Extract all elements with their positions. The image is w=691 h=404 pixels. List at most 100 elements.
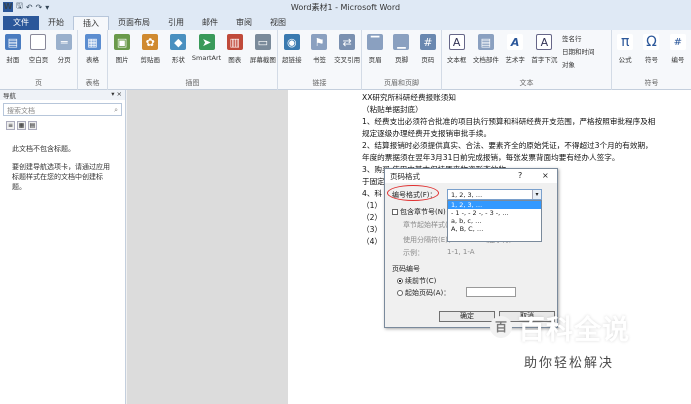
page-number-icon: #: [419, 34, 436, 50]
group-header-footer: ▔ 页眉 ▁ 页脚 # 页码 页眉和页脚: [362, 30, 442, 90]
example-value: 1-1, 1-A: [447, 248, 475, 256]
picture-button[interactable]: ▣ 图片: [110, 32, 134, 64]
picture-icon: ▣: [114, 34, 131, 50]
chevron-down-icon[interactable]: ▾: [532, 190, 541, 199]
ribbon: ▤ 封面 空白页 ═ 分页 页 ▦ 表格 表格 ▣ 图片 ✿ 剪贴画 ◆ 形状 ➤ Smart…: [0, 30, 691, 90]
cross-reference-icon: ⇄: [339, 34, 356, 50]
search-icon[interactable]: ⌕: [114, 106, 118, 114]
group-links: ◉ 超链接 ⚑ 书签 ⇄ 交叉引用 链接: [278, 30, 362, 90]
search-placeholder: 搜索文档: [7, 107, 35, 115]
tab-view[interactable]: 视图: [261, 16, 295, 30]
page-numbering-label: 页码编号: [392, 265, 420, 273]
text-box-button[interactable]: A 文本框: [445, 32, 469, 64]
navigation-pane: 导航 ▾ × 搜索文档 ⌕ ≡ ▦ ▤ 此文档不包含标题。 要创建导航选项卡，请…: [0, 90, 126, 404]
title-bar: W 🖫 ↶ ↷ ▾ Word素材1 - Microsoft Word: [0, 0, 691, 14]
doc-line: 规定逐级办理经费开支报销审批手续。: [362, 129, 492, 138]
tab-home[interactable]: 开始: [39, 16, 73, 30]
cover-page-icon: ▤: [4, 34, 21, 50]
quick-parts-button[interactable]: ▤ 文档部件: [473, 32, 499, 64]
tab-insert[interactable]: 插入: [73, 16, 109, 30]
tab-mailings[interactable]: 邮件: [193, 16, 227, 30]
undo-icon[interactable]: ↶: [26, 3, 33, 12]
footer-button[interactable]: ▁ 页脚: [389, 32, 413, 64]
number-format-select[interactable]: 1, 2, 3, … ▾: [447, 189, 542, 200]
watermark: 百 百科全说 助你轻松解决: [490, 308, 665, 378]
group-tables: ▦ 表格 表格: [78, 30, 108, 90]
dropdown-option[interactable]: a, b, c, …: [448, 217, 541, 225]
doc-line: 2、结算报销时必须提供真实、合法、要素齐全的原始凭证，不得超过3个月的有效期，: [362, 141, 653, 150]
equation-button[interactable]: π 公式: [613, 32, 637, 64]
blank-page-icon: [30, 34, 47, 50]
close-icon[interactable]: ▾ ×: [111, 90, 122, 100]
pi-icon: π: [617, 34, 634, 50]
results-view-icon[interactable]: ▤: [28, 121, 37, 130]
wordart-button[interactable]: A 艺术字: [503, 32, 527, 64]
ok-button[interactable]: 确定: [439, 311, 495, 322]
shapes-button[interactable]: ◆ 形状: [166, 32, 190, 64]
drop-cap-button[interactable]: A 首字下沉: [531, 32, 557, 64]
signature-line-button[interactable]: 签名行: [562, 33, 595, 43]
page-number-button[interactable]: # 页码: [416, 32, 440, 64]
save-icon[interactable]: 🖫: [16, 0, 23, 14]
text-box-icon: A: [448, 34, 465, 50]
omega-icon: Ω: [643, 34, 660, 50]
tab-review[interactable]: 审阅: [227, 16, 261, 30]
symbol-button[interactable]: Ω 符号: [639, 32, 663, 64]
clip-art-button[interactable]: ✿ 剪贴画: [138, 32, 162, 64]
pages-view-icon[interactable]: ▦: [17, 121, 26, 130]
navigation-search-input[interactable]: 搜索文档 ⌕: [3, 103, 122, 116]
screenshot-button[interactable]: ▭ 屏幕截图: [250, 32, 276, 64]
watermark-logo-icon: 百: [490, 316, 512, 338]
header-icon: ▔: [367, 34, 384, 50]
close-icon[interactable]: ×: [542, 171, 549, 180]
footer-icon: ▁: [393, 34, 410, 50]
help-icon[interactable]: ?: [518, 171, 522, 180]
cover-page-button[interactable]: ▤ 封面: [1, 32, 25, 64]
ribbon-tabs: 文件 开始 插入 页面布局 引用 邮件 审阅 视图: [0, 14, 691, 30]
group-text: A 文本框 ▤ 文档部件 A 艺术字 A 首字下沉 签名行 日期和时间 对象 文本: [442, 30, 612, 90]
tab-page-layout[interactable]: 页面布局: [109, 16, 159, 30]
number-format-value: 1, 2, 3, …: [451, 191, 483, 199]
cross-reference-button[interactable]: ⇄ 交叉引用: [334, 32, 360, 64]
tab-file[interactable]: 文件: [3, 16, 39, 30]
dropdown-option-selected[interactable]: 1, 2, 3, …: [448, 201, 541, 209]
smartart-button[interactable]: ➤ SmartArt: [192, 32, 221, 64]
start-at-spinner[interactable]: [466, 287, 516, 297]
blank-page-button[interactable]: 空白页: [26, 32, 50, 64]
redo-icon[interactable]: ↷: [36, 3, 43, 12]
word-logo-icon: W: [3, 2, 13, 12]
customize-qat-icon[interactable]: ▾: [45, 3, 49, 12]
include-chapter-checkbox[interactable]: 包含章节号(N): [392, 207, 446, 217]
drop-cap-icon: A: [536, 34, 553, 50]
group-pages: ▤ 封面 空白页 ═ 分页 页: [0, 30, 78, 90]
screenshot-icon: ▭: [254, 34, 271, 50]
bookmark-button[interactable]: ⚑ 书签: [307, 32, 331, 64]
hyperlink-button[interactable]: ◉ 超链接: [280, 32, 304, 64]
group-illustrations: ▣ 图片 ✿ 剪贴画 ◆ 形状 ➤ SmartArt ▥ 图表 ▭ 屏幕截图 插图: [108, 30, 278, 90]
headings-view-icon[interactable]: ≡: [6, 121, 15, 130]
chart-icon: ▥: [226, 34, 243, 50]
numbering-icon: #: [669, 34, 686, 50]
dropdown-option[interactable]: - 1 -, - 2 -, - 3 -, …: [448, 209, 541, 217]
watermark-subtitle: 助你轻松解决: [524, 356, 615, 371]
doc-line: XX研究所科研经费报账须知: [362, 93, 456, 102]
start-at-radio[interactable]: 起始页码(A)：: [397, 288, 450, 298]
dialog-title: 页码格式: [385, 169, 557, 183]
page-break-button[interactable]: ═ 分页: [52, 32, 76, 64]
numbering-button[interactable]: # 编号: [666, 32, 690, 64]
number-format-dropdown-list[interactable]: 1, 2, 3, … - 1 -, - 2 -, - 3 -, … a, b, …: [447, 200, 542, 242]
clip-art-icon: ✿: [142, 34, 159, 50]
tab-references[interactable]: 引用: [159, 16, 193, 30]
object-button[interactable]: 对象: [562, 59, 595, 69]
highlight-annotation-oval: [387, 185, 439, 201]
header-button[interactable]: ▔ 页眉: [363, 32, 387, 64]
quick-access-toolbar: W 🖫 ↶ ↷ ▾: [0, 0, 49, 14]
continue-radio[interactable]: 续前节(C): [397, 276, 436, 286]
chart-button[interactable]: ▥ 图表: [223, 32, 247, 64]
doc-line: 年度的票据须在翌年3月31日前完成报销，每张发票背面均要有经办人签字。: [362, 153, 620, 162]
doc-line: （粘贴单据封底）: [362, 105, 423, 114]
date-time-button[interactable]: 日期和时间: [562, 46, 595, 56]
window-title: Word素材1 - Microsoft Word: [290, 3, 401, 12]
dropdown-option[interactable]: A, B, C, …: [448, 225, 541, 233]
table-button[interactable]: ▦ 表格: [81, 32, 105, 64]
